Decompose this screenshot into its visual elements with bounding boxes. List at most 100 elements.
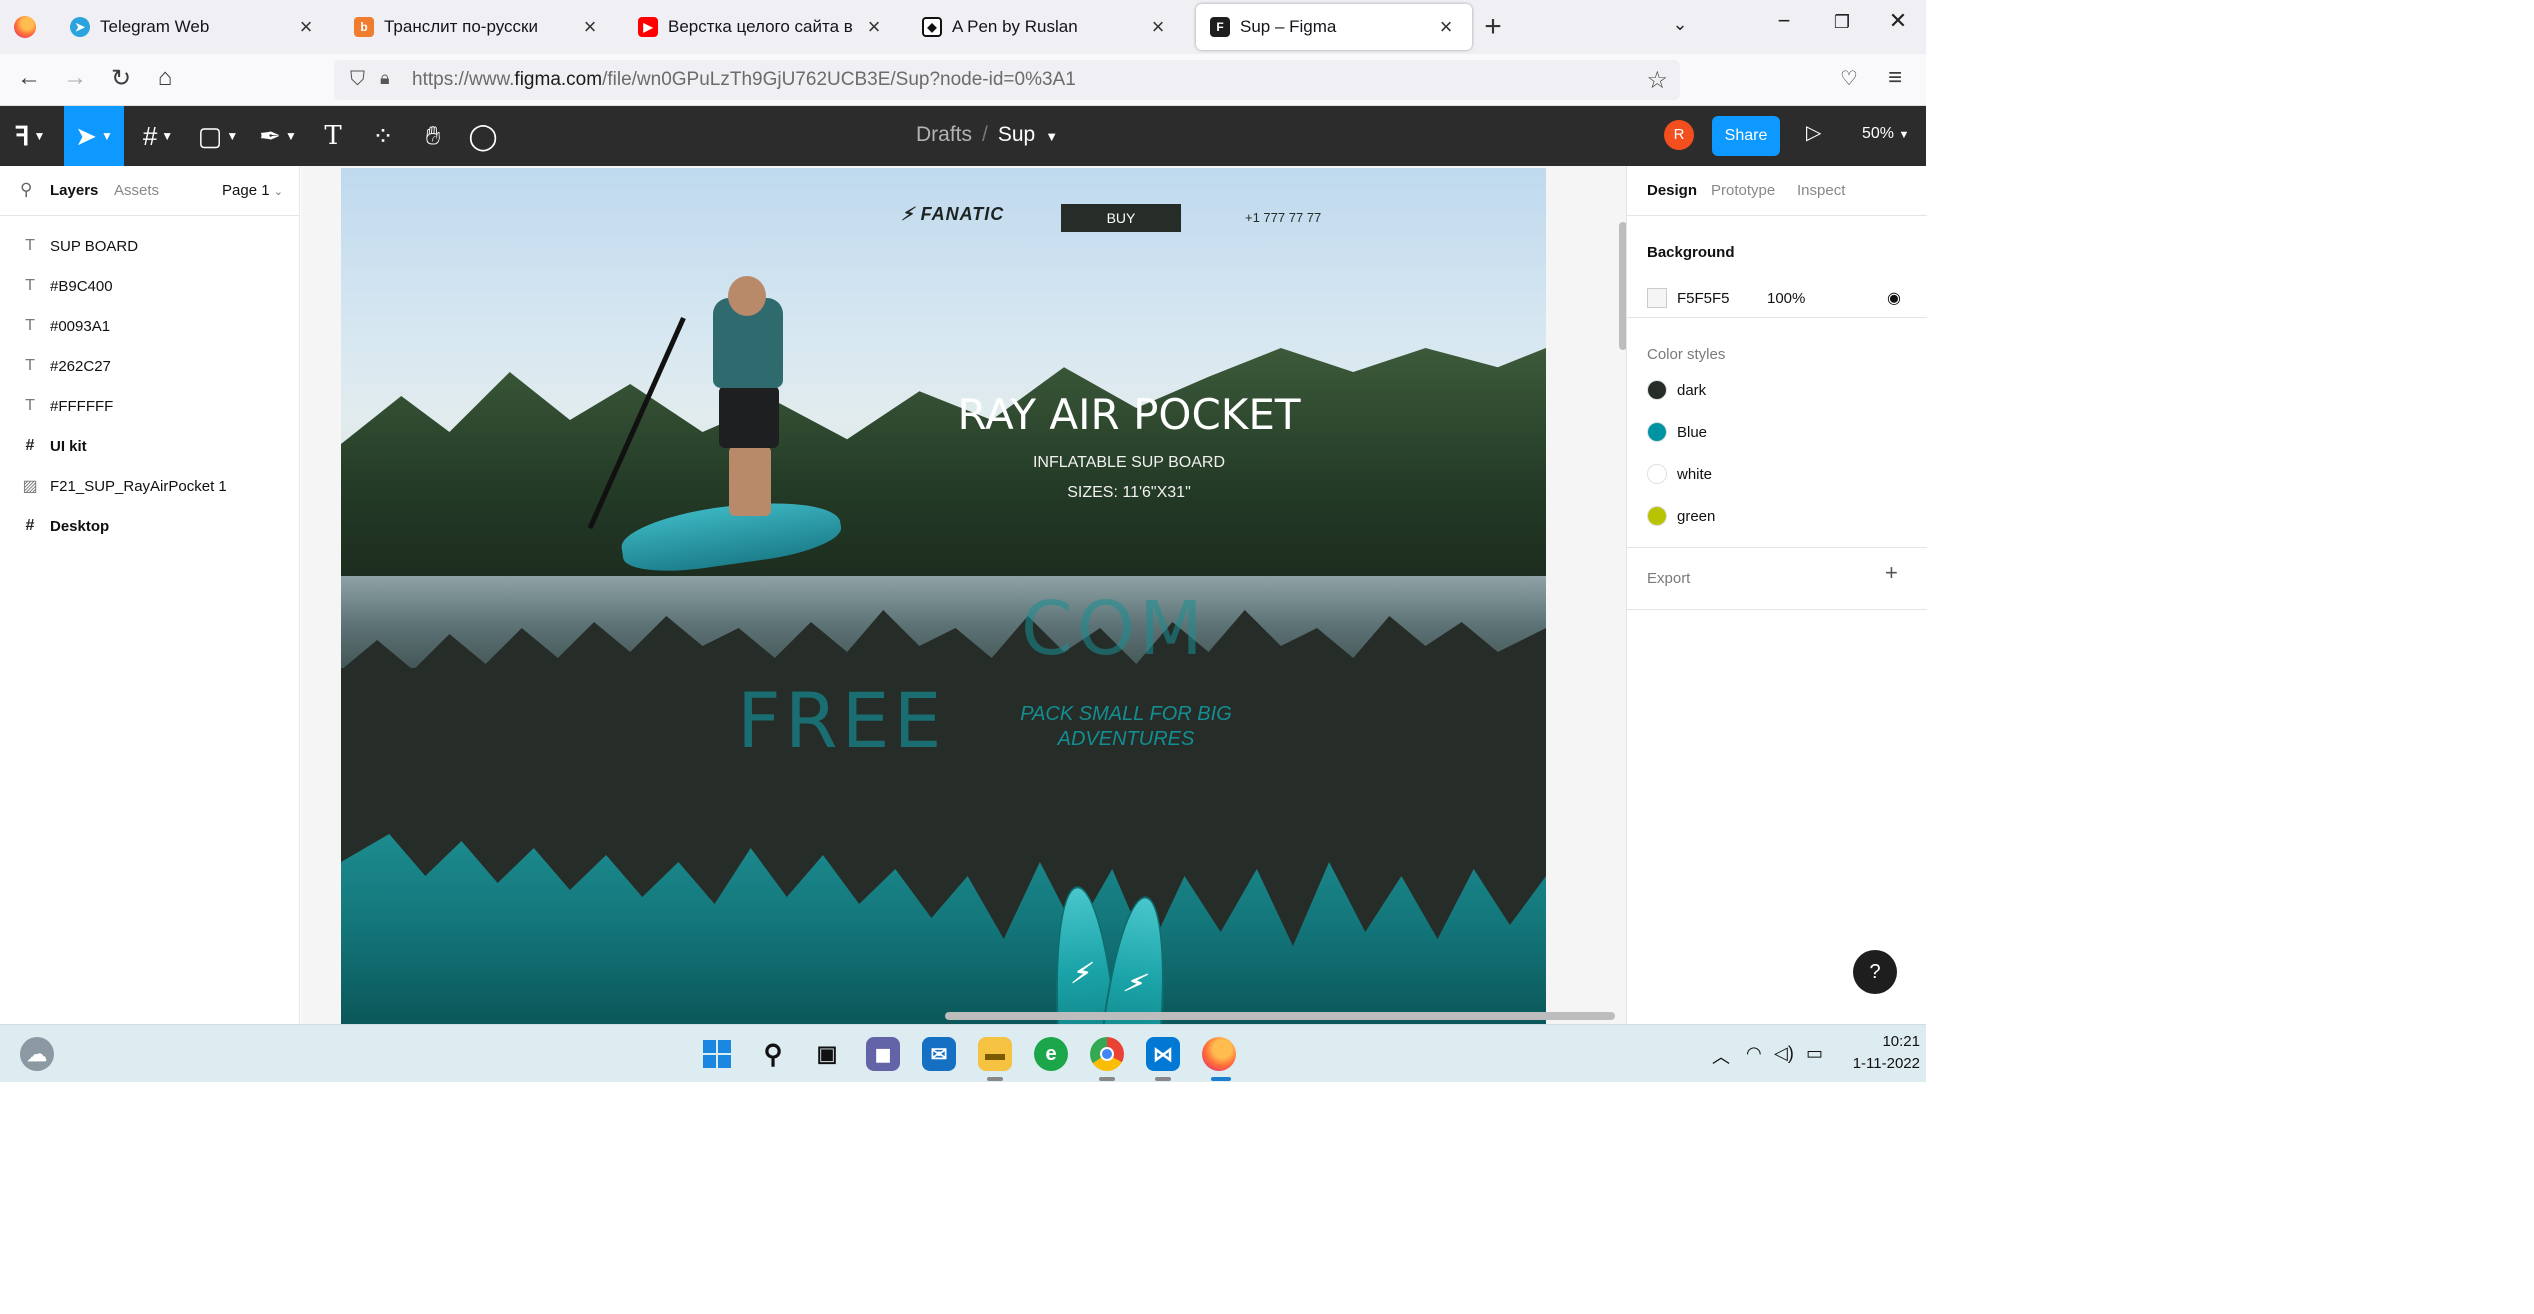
tab-design[interactable]: Design [1647, 182, 1697, 199]
background-opacity-input[interactable]: 100% [1767, 290, 1805, 307]
layer-item[interactable]: T SUP BOARD [0, 226, 300, 266]
layer-item[interactable]: ▨ F21_SUP_RayAirPocket 1 [0, 466, 300, 506]
task-view-icon[interactable]: ▣ [810, 1037, 844, 1071]
color-style-item[interactable]: green [1647, 504, 1715, 528]
back-icon[interactable]: ← [12, 64, 46, 92]
fanatic-logo[interactable]: ⚡︎ FANATIC [901, 204, 1004, 225]
comment-tool-button[interactable]: ◯ [460, 106, 506, 166]
buy-button[interactable]: BUY [1061, 204, 1181, 232]
hero-title[interactable]: RAY AIR POCKET [949, 390, 1309, 439]
tab-layers[interactable]: Layers [50, 182, 98, 199]
zoom-dropdown[interactable]: 50% ▼ [1862, 125, 1909, 143]
pen-tool-button[interactable]: ✒ ▼ [250, 106, 306, 166]
background-swatch[interactable] [1647, 288, 1667, 308]
chrome-icon[interactable] [1090, 1037, 1124, 1071]
tab-telegram[interactable]: ➤ Telegram Web × [56, 4, 332, 50]
tab-assets[interactable]: Assets [114, 182, 159, 199]
share-button[interactable]: Share [1712, 116, 1780, 156]
close-icon[interactable]: × [862, 14, 886, 40]
file-name[interactable]: Sup [998, 123, 1035, 146]
tab-title: Верстка целого сайта в одном [668, 17, 854, 36]
color-style-item[interactable]: Blue [1647, 420, 1707, 444]
page-selector[interactable]: Page 1 ⌄ [222, 182, 283, 199]
forward-icon[interactable]: → [58, 64, 92, 92]
present-play-icon[interactable]: ▷ [1806, 120, 1821, 145]
widgets-icon[interactable]: ☁ [20, 1037, 54, 1071]
main-menu-button[interactable]: ꟻ ▼ [0, 106, 60, 166]
pack-small-text[interactable]: PACK SMALL FOR BIG ADVENTURES [1011, 702, 1241, 752]
vertical-scrollbar[interactable] [1619, 222, 1626, 350]
tab-figma[interactable]: F Sup – Figma × [1196, 4, 1472, 50]
background-hex-input[interactable]: F5F5F5 [1677, 290, 1730, 307]
move-tool-button[interactable]: ➤ ▼ [64, 106, 124, 166]
eye-icon[interactable]: ◉ [1887, 288, 1901, 308]
phone-number[interactable]: +1 777 77 77 [1245, 210, 1321, 225]
windows-start-icon[interactable] [700, 1037, 734, 1071]
close-icon[interactable]: × [294, 14, 318, 40]
bookmark-star-icon[interactable]: ☆ [1646, 66, 1668, 95]
tab-inspect[interactable]: Inspect [1797, 182, 1845, 199]
search-icon[interactable]: ⚲ [20, 180, 32, 200]
hero-sizes[interactable]: SIZES: 11'6"X31" [949, 484, 1309, 502]
tab-youtube[interactable]: ▶ Верстка целого сайта в одном × [624, 4, 900, 50]
tab-translit[interactable]: b Транслит по-русски × [340, 4, 616, 50]
clock-time[interactable]: 10:21 [1860, 1033, 1920, 1050]
layer-item[interactable]: T #0093A1 [0, 306, 300, 346]
horizontal-scrollbar[interactable] [945, 1012, 1615, 1020]
list-tabs-icon[interactable]: ⌄ [1660, 14, 1700, 35]
help-button[interactable]: ? [1853, 950, 1897, 994]
layer-item[interactable]: T #262C27 [0, 346, 300, 386]
edge-icon[interactable]: e [1034, 1037, 1068, 1071]
close-icon[interactable]: × [1146, 14, 1170, 40]
volume-icon[interactable]: ◁) [1774, 1043, 1794, 1064]
ghost-text-free[interactable]: FREE [737, 676, 946, 765]
search-icon[interactable]: ⚲ [756, 1037, 790, 1071]
wifi-icon[interactable]: ◠ [1746, 1043, 1762, 1064]
home-icon[interactable]: ⌂ [148, 64, 182, 92]
layer-item[interactable]: # UI kit [0, 426, 300, 466]
avatar[interactable]: R [1664, 120, 1694, 150]
file-explorer-icon[interactable]: ▬ [978, 1037, 1012, 1071]
frame-tool-button[interactable]: # ▼ [130, 106, 186, 166]
ghost-text-com[interactable]: COM [1021, 586, 1207, 672]
close-window-icon[interactable]: ✕ [1878, 8, 1918, 34]
close-icon[interactable]: × [578, 14, 602, 40]
firefox-icon[interactable] [1202, 1037, 1236, 1071]
clock-date[interactable]: 1-11-2022 [1830, 1055, 1920, 1072]
lock-icon[interactable]: 🔒︎ [380, 68, 390, 89]
battery-icon[interactable]: ▭ [1806, 1043, 1823, 1064]
url-bar[interactable]: ⛉ 🔒︎ https://www.figma.com/file/wn0GPuLz… [334, 60, 1680, 100]
firefox-icon[interactable] [14, 16, 36, 38]
reload-icon[interactable]: ↻ [104, 64, 138, 93]
add-export-icon[interactable]: + [1885, 560, 1898, 586]
pocket-icon[interactable]: ♡ [1832, 66, 1866, 91]
new-tab-button[interactable]: + [1476, 10, 1510, 44]
layer-item[interactable]: T #B9C400 [0, 266, 300, 306]
breadcrumb-drafts[interactable]: Drafts [916, 123, 972, 146]
restore-icon[interactable]: ❐ [1822, 12, 1862, 33]
resources-button[interactable]: ⁘ [360, 106, 406, 166]
layer-item[interactable]: T #FFFFFF [0, 386, 300, 426]
layer-name: UI kit [50, 437, 87, 455]
canvas[interactable]: ⚡︎ ⚡︎ ⚡︎ FANATIC BUY +1 777 77 77 RAY AI… [301, 166, 1626, 1024]
menu-icon[interactable]: ≡ [1878, 64, 1912, 92]
tab-codepen[interactable]: ◆ A Pen by Ruslan × [908, 4, 1184, 50]
shield-icon[interactable]: ⛉ [350, 68, 365, 91]
url-text[interactable]: https://www.figma.com/file/wn0GPuLzTh9Gj… [412, 69, 1076, 91]
show-hidden-icons-chevron-up-icon[interactable]: ︿ [1712, 1043, 1730, 1069]
desktop-frame[interactable]: ⚡︎ ⚡︎ ⚡︎ FANATIC BUY +1 777 77 77 RAY AI… [341, 168, 1546, 1024]
teams-chat-icon[interactable]: ◼ [866, 1037, 900, 1071]
color-style-item[interactable]: white [1647, 462, 1712, 486]
close-icon[interactable]: × [1434, 14, 1458, 40]
tab-prototype[interactable]: Prototype [1711, 182, 1775, 199]
chevron-down-icon[interactable]: ▼ [1045, 129, 1058, 144]
mail-icon[interactable]: ✉ [922, 1037, 956, 1071]
color-style-item[interactable]: dark [1647, 378, 1706, 402]
shape-tool-button[interactable]: ▢ ▼ [190, 106, 246, 166]
text-tool-button[interactable]: T [310, 106, 356, 166]
hand-tool-button[interactable]: ✋︎ [410, 106, 456, 166]
vscode-icon[interactable]: ⋈ [1146, 1037, 1180, 1071]
minimize-icon[interactable]: − [1764, 8, 1804, 34]
hero-subtitle[interactable]: INFLATABLE SUP BOARD [949, 454, 1309, 472]
layer-item[interactable]: # Desktop [0, 506, 300, 546]
